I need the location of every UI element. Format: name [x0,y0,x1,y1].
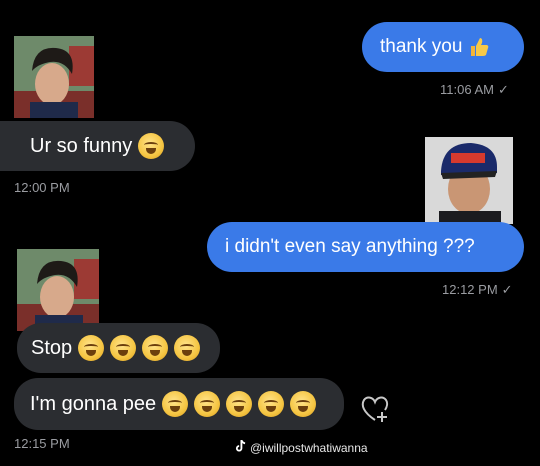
crying-laughing-emoji-icon [226,391,253,417]
message-text: Ur so funny [30,134,133,157]
tiktok-icon [235,439,246,456]
crying-laughing-emoji-icon [162,391,189,417]
crying-laughing-emoji-icon [174,335,201,361]
thumbs-up-icon [468,36,490,58]
read-check-icon: ✓ [497,82,509,97]
crying-laughing-emoji-icon [194,391,221,417]
watermark: @iwillpostwhatiwanna [235,439,368,456]
timestamp: 11:06 AM ✓ [440,82,509,97]
message-text: thank you [380,36,463,57]
crying-laughing-emoji-icon [290,391,317,417]
message-bubble-ur-so-funny[interactable]: Ur so funny [0,121,195,171]
avatar-contact-1[interactable] [14,36,94,118]
timestamp: 12:00 PM [14,180,70,195]
crying-laughing-emoji-icon [110,335,137,361]
message-text: I'm gonna pee [30,392,157,415]
message-bubble-stop[interactable]: Stop [17,323,220,373]
heart-plus-icon[interactable] [358,392,392,426]
message-text: i didn't even say anything ??? [225,236,475,257]
watermark-text: @iwillpostwhatiwanna [250,441,368,455]
read-check-icon: ✓ [501,282,513,297]
message-text: Stop [31,336,73,359]
message-bubble-gonna-pee[interactable]: I'm gonna pee [14,378,344,430]
message-bubble-didnt-say-anything[interactable]: i didn't even say anything ??? [207,222,524,272]
timestamp: 12:15 PM [14,436,70,451]
timestamp: 12:12 PM ✓ [442,282,513,297]
crying-laughing-emoji-icon [138,133,165,159]
crying-laughing-emoji-icon [258,391,285,417]
crying-laughing-emoji-icon [142,335,169,361]
avatar-self[interactable] [425,137,513,224]
crying-laughing-emoji-icon [78,335,105,361]
avatar-contact-2[interactable] [17,249,99,331]
message-bubble-thank-you[interactable]: thank you [362,22,524,72]
